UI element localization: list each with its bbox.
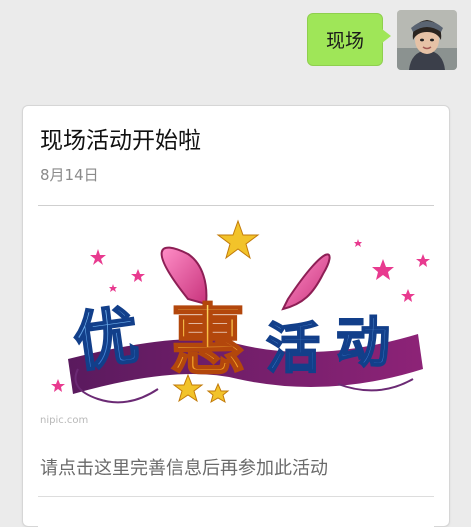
banner-char-1: 优: [69, 299, 143, 381]
banner-char-4: 动: [336, 311, 390, 374]
article-card[interactable]: 现场活动开始啦 8月14日 优 惠 活 动 nipic.com 请点击这里完善信…: [22, 105, 450, 527]
banner-char-3: 活: [266, 317, 320, 380]
card-title[interactable]: 现场活动开始啦: [40, 121, 201, 155]
message-bubble[interactable]: 现场: [306, 13, 392, 66]
banner-char-2: 惠: [170, 296, 246, 385]
description-divider: [38, 496, 434, 497]
avatar[interactable]: [397, 10, 457, 70]
card-divider: [38, 205, 434, 206]
promotion-banner-graphic: 优 惠 活 动: [51, 219, 430, 404]
avatar-photo-icon: [397, 10, 457, 70]
card-date: 8月14日: [40, 166, 99, 184]
outgoing-message-row: 现场: [306, 10, 457, 70]
card-description[interactable]: 请点击这里完善信息后再参加此活动: [40, 454, 328, 480]
banner-watermark: nipic.com: [40, 415, 89, 426]
